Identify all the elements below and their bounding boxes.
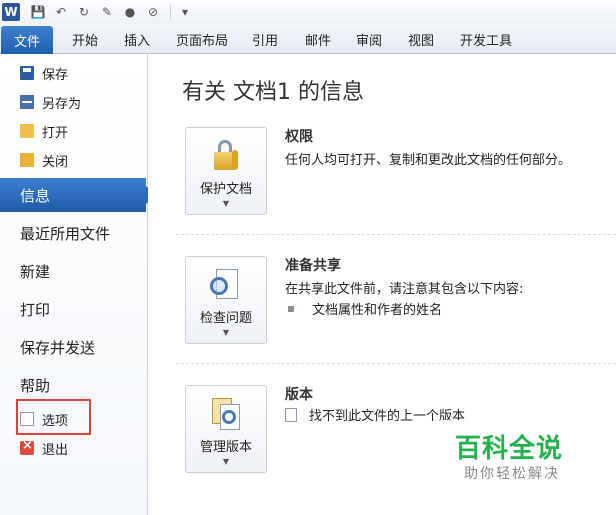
backstage-nav: 保存 另存为 打开 关闭 信息 最近所用文件 新建 打印 保存并发送 帮助 选项… [0,54,155,515]
document-icon [285,407,297,422]
save-as-icon [20,95,34,109]
section-divider [176,363,616,364]
manage-versions-button[interactable]: 管理版本 ▼ [185,385,267,473]
versions-title: 版本 [285,387,313,403]
quick-access-toolbar: W 💾 ↶ ↻ ✎ ● ⊘ ▾ [0,0,616,24]
list-item: 文档属性和作者的姓名 [288,299,442,318]
tab-home[interactable]: 开始 [72,30,98,49]
chevron-down-icon: ▼ [222,457,230,466]
open-folder-icon [20,124,34,138]
check-for-issues-button[interactable]: 检查问题 ▼ [185,256,267,344]
tab-review[interactable]: 审阅 [356,30,382,49]
tab-page-layout[interactable]: 页面布局 [176,30,228,49]
nav-help[interactable]: 帮助 [20,375,50,396]
spelling-icon[interactable]: ⊘ [143,3,163,21]
nav-save-as[interactable]: 另存为 [20,91,81,113]
section-divider [176,234,616,235]
bullet-icon [288,305,294,312]
exit-icon [20,438,34,455]
lock-icon [208,138,244,174]
watermark-brand: 百科全说 [455,434,564,464]
permissions-description: 任何人均可打开、复制和更改此文档的任何部分。 [285,153,572,168]
tab-mailings[interactable]: 邮件 [305,30,331,49]
circle-icon[interactable]: ● [120,3,140,21]
save-icon[interactable]: 💾 [28,3,48,21]
nav-recent[interactable]: 最近所用文件 [20,223,110,244]
protect-document-label: 保护文档 [199,182,252,197]
tab-developer[interactable]: 开发工具 [460,30,512,49]
chevron-down-icon: ▼ [222,328,230,337]
undo-icon[interactable]: ↶ [51,3,71,21]
nav-save-send[interactable]: 保存并发送 [20,337,95,358]
tab-references[interactable]: 引用 [252,30,278,49]
versions-icon [208,396,244,432]
prepare-sharing-title: 准备共享 [285,258,341,274]
nav-print[interactable]: 打印 [20,299,50,320]
list-item: 找不到此文件的上一个版本 [285,405,465,424]
word-app-icon[interactable]: W [2,3,20,21]
tab-view[interactable]: 视图 [408,30,434,49]
chevron-down-icon: ▼ [222,199,230,208]
tab-file[interactable]: 文件 [1,26,53,54]
nav-close-label: 关闭 [42,154,69,170]
protect-document-button[interactable]: 保护文档 ▼ [185,127,267,215]
nav-save-as-label: 另存为 [42,96,82,112]
nav-open-label: 打开 [42,125,69,141]
prepare-sharing-description: 在共享此文件前，请注意其包含以下内容: [285,282,524,297]
close-folder-icon [20,153,34,167]
tab-insert[interactable]: 插入 [124,30,150,49]
nav-save[interactable]: 保存 [20,62,68,84]
nav-info[interactable]: 信息 [0,178,155,212]
check-for-issues-label: 检查问题 [199,311,252,326]
permissions-title: 权限 [285,129,313,145]
document-properties-text: 文档属性和作者的姓名 [312,303,443,318]
nav-exit-label: 退出 [42,442,69,458]
toolbar-separator [170,5,171,19]
nav-close[interactable]: 关闭 [20,149,68,171]
ribbon-tabs: 文件 开始 插入 页面布局 引用 邮件 审阅 视图 开发工具 [0,24,616,54]
nav-save-label: 保存 [42,67,69,83]
save-icon [20,66,34,80]
nav-open[interactable]: 打开 [20,120,68,142]
options-highlight-box [16,399,91,435]
format-painter-icon[interactable]: ✎ [97,3,117,21]
nav-exit[interactable]: 退出 [20,437,68,459]
inspect-document-icon [208,267,244,303]
redo-icon[interactable]: ↻ [74,3,94,21]
nav-new[interactable]: 新建 [20,261,50,282]
watermark-tagline: 助你轻松解决 [464,466,560,482]
manage-versions-label: 管理版本 [199,440,252,455]
customize-toolbar-icon[interactable]: ▾ [175,3,195,21]
page-title: 有关 文档1 的信息 [182,80,364,105]
